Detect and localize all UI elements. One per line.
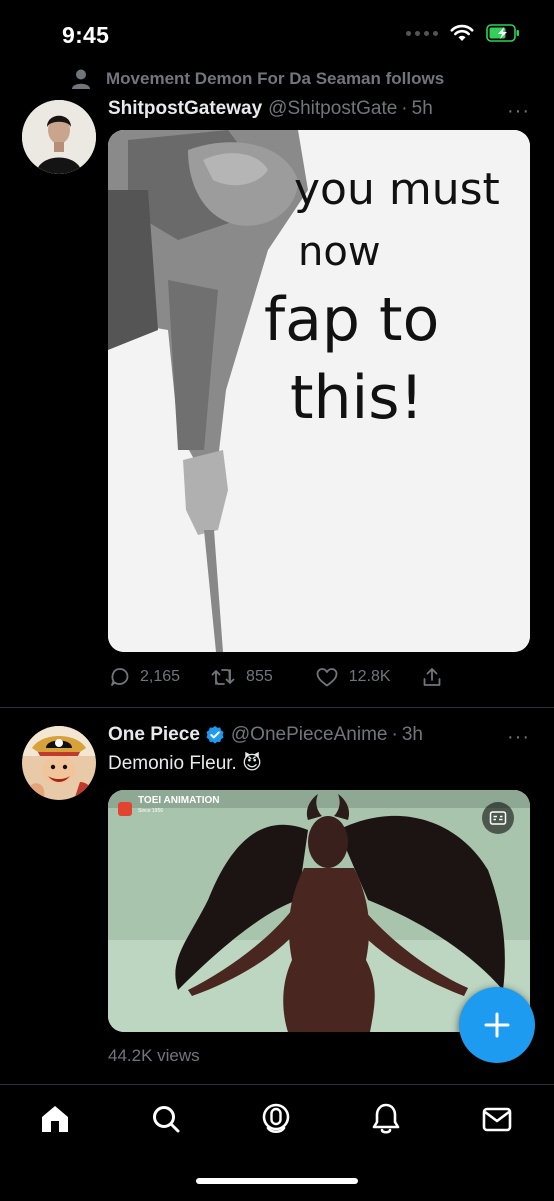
separator-dot: · [401, 98, 408, 119]
verified-badge-icon [206, 726, 224, 744]
watermark-label: TOEI ANIMATION [138, 795, 220, 806]
tweet-video[interactable]: TOEI ANIMATION Since 1956 [108, 790, 530, 1032]
reply-button[interactable]: 2,165 [108, 666, 180, 688]
meme-text-line: fap to [264, 285, 440, 355]
social-context: Movement Demon For Da Seaman follows [70, 68, 444, 90]
separator-dot: · [391, 724, 398, 745]
plus-icon [484, 1012, 510, 1038]
tweet-header: One Piece @OnePieceAnime · 3h [108, 724, 423, 746]
video-frame [108, 790, 530, 1032]
reply-count: 2,165 [140, 668, 181, 685]
view-count: 44.2K views [108, 1046, 200, 1065]
watermark-sublabel: Since 1956 [138, 808, 164, 814]
compose-button[interactable] [459, 987, 535, 1063]
avatar[interactable] [22, 100, 96, 174]
tweet-time: 5h [411, 98, 433, 119]
wifi-icon [450, 24, 474, 41]
tab-home[interactable] [37, 1101, 73, 1137]
captions-button[interactable] [482, 802, 514, 834]
more-options-icon[interactable]: ··· [507, 100, 530, 123]
heart-icon [316, 668, 338, 687]
author-handle[interactable]: @ShitpostGate [268, 98, 397, 120]
author-name[interactable]: One Piece [108, 724, 200, 746]
tweet[interactable]: Movement Demon For Da Seaman follows Shi… [0, 66, 554, 706]
retweet-button[interactable]: 855 [210, 666, 273, 688]
home-icon [42, 1106, 68, 1132]
home-indicator[interactable] [196, 1178, 358, 1184]
status-time: 9:45 [62, 22, 110, 48]
captions-icon [489, 811, 507, 825]
tab-search[interactable] [148, 1101, 184, 1137]
spaces-icon [262, 1103, 290, 1134]
avatar[interactable] [22, 726, 96, 800]
person-icon [72, 69, 90, 89]
tweet-actions: 2,165 855 12.8K [108, 666, 443, 688]
more-options-icon[interactable]: ··· [507, 726, 530, 749]
tweet-header: ShitpostGateway @ShitpostGate · 5h [108, 98, 433, 120]
like-button[interactable]: 12.8K [315, 666, 391, 688]
meme-text-line: this! [290, 363, 424, 433]
author-handle[interactable]: @OnePieceAnime [231, 724, 388, 746]
social-context-label: Movement Demon For Da Seaman follows [106, 69, 445, 88]
battery-icon [486, 24, 519, 42]
meme-text-line: you must [294, 164, 500, 215]
tweet-time: 3h [401, 724, 423, 745]
tab-spaces[interactable] [258, 1101, 294, 1137]
meme-text-line: now [298, 229, 381, 275]
retweet-count: 855 [246, 668, 273, 685]
like-count: 12.8K [348, 668, 391, 685]
share-icon [423, 668, 440, 686]
tweet-text: Demonio Fleur. 😈 [108, 753, 262, 774]
signal-icon [406, 30, 438, 36]
status-icons [406, 24, 520, 42]
reply-icon [111, 668, 129, 686]
share-button[interactable] [421, 666, 443, 688]
search-icon [153, 1106, 180, 1133]
tab-notifications[interactable] [368, 1101, 404, 1137]
messages-icon [482, 1107, 512, 1132]
status-bar: 9:45 [0, 0, 554, 66]
author-name[interactable]: ShitpostGateway [108, 98, 262, 120]
retweet-icon [211, 669, 235, 685]
tweet-image[interactable]: you must now fap to this! [108, 130, 530, 652]
tab-messages[interactable] [479, 1101, 515, 1137]
notifications-icon [372, 1103, 400, 1134]
